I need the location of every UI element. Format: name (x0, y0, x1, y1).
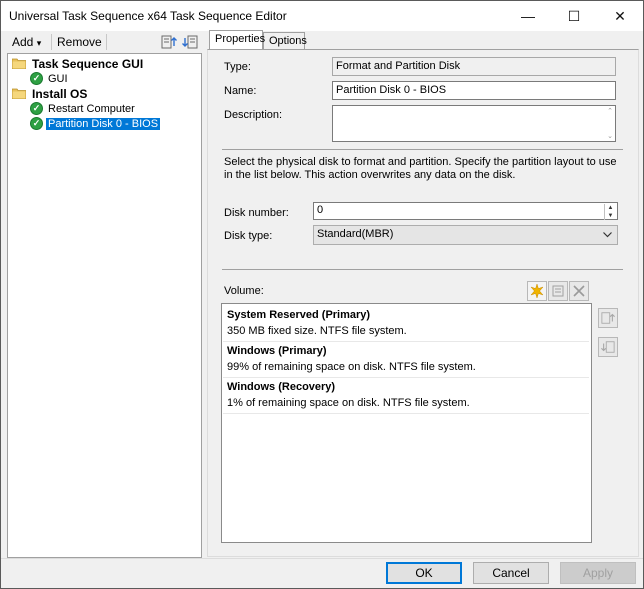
tree-item-gui[interactable]: ✓ GUI (30, 71, 70, 86)
tab-options[interactable]: Options (263, 32, 307, 49)
instructions-text: Select the physical disk to format and p… (224, 156, 617, 181)
new-volume-button[interactable] (527, 281, 547, 301)
maximize-button[interactable]: ☐ (551, 1, 597, 31)
tab-properties[interactable]: Properties (209, 30, 265, 49)
move-up-icon (601, 312, 615, 324)
tree-item-label: Install OS (32, 86, 88, 101)
toolbar-divider (106, 34, 107, 50)
delete-volume-button[interactable] (569, 281, 589, 301)
add-label: Add (12, 35, 34, 49)
chevron-down-icon (603, 232, 612, 238)
check-icon: ✓ (30, 102, 43, 115)
scroll-down-icon[interactable]: ⌄ (607, 132, 613, 140)
disk-type-value: Standard(MBR) (317, 228, 394, 240)
apply-button[interactable]: Apply (560, 562, 636, 584)
disk-number-input[interactable]: 0 ▲ ▼ (313, 202, 618, 220)
disk-type-select[interactable]: Standard(MBR) (313, 225, 618, 245)
tree-item-label: Partition Disk 0 - BIOS (46, 117, 161, 130)
check-icon: ✓ (30, 117, 43, 130)
volume-list[interactable]: System Reserved (Primary) 350 MB fixed s… (221, 303, 592, 543)
tree-item-label: Task Sequence GUI (32, 56, 144, 71)
toolbar-divider (51, 34, 52, 50)
spin-down-icon[interactable]: ▼ (605, 212, 616, 220)
name-label: Name: (224, 85, 257, 97)
add-menu-button[interactable]: Add ▾ (12, 35, 41, 49)
task-sequence-tree[interactable]: Task Sequence GUI ✓ GUI Install OS ✓ Res… (7, 53, 202, 558)
tree-item-partition-disk[interactable]: ✓ Partition Disk 0 - BIOS (30, 116, 161, 131)
check-icon: ✓ (30, 72, 43, 85)
type-label: Type: (224, 61, 251, 73)
description-label: Description: (224, 109, 283, 121)
volume-detail: 99% of remaining space on disk. NTFS fil… (227, 361, 476, 373)
list-item[interactable]: Windows (Primary) 99% of remaining space… (223, 342, 589, 378)
chevron-down-icon: ▾ (36, 38, 42, 48)
move-down-icon (601, 341, 615, 353)
type-field: Format and Partition Disk (332, 57, 616, 76)
star-icon (530, 284, 544, 298)
ok-button[interactable]: OK (386, 562, 462, 584)
spin-up-icon[interactable]: ▲ (605, 204, 616, 212)
disk-number-label: Disk number: (224, 207, 289, 219)
folder-icon (12, 88, 26, 99)
disk-number-spinner[interactable]: ▲ ▼ (604, 204, 616, 220)
tree-item-restart-computer[interactable]: ✓ Restart Computer (30, 101, 137, 116)
divider (222, 269, 623, 270)
volume-title: Windows (Recovery) (227, 381, 336, 393)
move-down-icon[interactable] (182, 34, 198, 50)
volume-detail: 350 MB fixed size. NTFS file system. (227, 325, 407, 337)
volume-label: Volume: (224, 285, 264, 297)
disk-number-value: 0 (317, 204, 324, 216)
scroll-up-icon[interactable]: ⌃ (607, 107, 613, 115)
description-input[interactable]: ⌃ ⌄ (332, 105, 616, 142)
volume-title: Windows (Primary) (227, 345, 327, 357)
toolbar: Add ▾ Remove (7, 32, 203, 52)
name-input[interactable]: Partition Disk 0 - BIOS (332, 81, 616, 100)
tree-item-label: Restart Computer (48, 102, 135, 115)
window-title: Universal Task Sequence x64 Task Sequenc… (9, 9, 287, 23)
list-item[interactable]: System Reserved (Primary) 350 MB fixed s… (223, 306, 589, 342)
folder-icon (12, 58, 26, 69)
list-item[interactable]: Windows (Recovery) 1% of remaining space… (223, 378, 589, 414)
move-up-icon[interactable] (161, 34, 177, 50)
divider (222, 149, 623, 150)
disk-type-label: Disk type: (224, 230, 273, 242)
cancel-button[interactable]: Cancel (473, 562, 549, 584)
tree-group-task-sequence-gui[interactable]: Task Sequence GUI (12, 56, 145, 71)
volume-title: System Reserved (Primary) (227, 309, 371, 321)
footer-divider (1, 558, 643, 559)
close-button[interactable]: ✕ (597, 1, 643, 31)
tree-group-install-os[interactable]: Install OS (12, 86, 89, 101)
title-bar: Universal Task Sequence x64 Task Sequenc… (1, 1, 643, 31)
edit-volume-button[interactable] (548, 281, 568, 301)
tree-item-label: GUI (48, 72, 68, 85)
move-volume-up-button[interactable] (598, 308, 618, 328)
properties-icon (552, 285, 564, 297)
move-volume-down-button[interactable] (598, 337, 618, 357)
editor-window: Universal Task Sequence x64 Task Sequenc… (0, 0, 644, 589)
delete-icon (573, 285, 585, 297)
volume-detail: 1% of remaining space on disk. NTFS file… (227, 397, 470, 409)
minimize-button[interactable]: — (505, 1, 551, 31)
remove-button[interactable]: Remove (57, 35, 102, 49)
